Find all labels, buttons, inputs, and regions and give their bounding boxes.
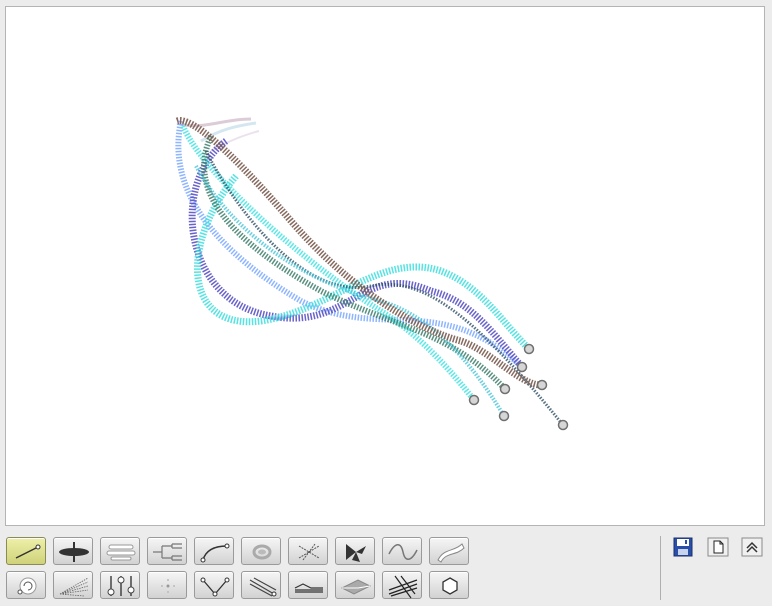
ring-tool[interactable] bbox=[241, 537, 281, 565]
hatch-tool[interactable] bbox=[382, 571, 422, 599]
bars-tool[interactable] bbox=[100, 537, 140, 565]
spiral-icon bbox=[17, 577, 37, 595]
hexagon-tool[interactable] bbox=[429, 571, 469, 599]
sliders-tool[interactable] bbox=[100, 571, 140, 599]
save-icon bbox=[673, 537, 693, 557]
curve-handle[interactable] bbox=[499, 383, 511, 395]
v-shape-tool[interactable] bbox=[194, 571, 234, 599]
v-shape-icon bbox=[200, 577, 230, 597]
curve-handle[interactable] bbox=[468, 394, 480, 406]
save-button[interactable] bbox=[672, 537, 694, 557]
cross-lines-tool[interactable] bbox=[288, 537, 328, 565]
layers-icon bbox=[294, 583, 323, 593]
ribbon-tool[interactable] bbox=[429, 537, 469, 565]
rays-tool[interactable] bbox=[53, 571, 93, 599]
curve-handle[interactable] bbox=[536, 379, 548, 391]
ring-icon bbox=[252, 544, 272, 560]
arc-icon bbox=[200, 543, 230, 563]
drawing-canvas[interactable] bbox=[5, 6, 765, 526]
curve-handle[interactable] bbox=[516, 361, 528, 373]
points-tool[interactable] bbox=[147, 571, 187, 599]
sweep-icon bbox=[249, 577, 277, 597]
curve-handle[interactable] bbox=[523, 343, 535, 355]
hatch-icon bbox=[388, 575, 418, 599]
bars-icon bbox=[106, 544, 136, 561]
points-icon bbox=[161, 579, 175, 593]
curve[interactable] bbox=[204, 150, 565, 426]
sweep-tool[interactable] bbox=[241, 571, 281, 599]
spiral-tool[interactable] bbox=[6, 571, 46, 599]
tree-tool[interactable] bbox=[147, 537, 187, 565]
curve[interactable] bbox=[188, 138, 525, 370]
new-page-icon bbox=[707, 537, 729, 557]
ribbon-icon bbox=[437, 543, 465, 563]
new-page-button[interactable] bbox=[707, 537, 729, 557]
arc-tool[interactable] bbox=[194, 537, 234, 565]
cross-lines-icon bbox=[298, 543, 320, 561]
line-icon bbox=[15, 544, 41, 559]
layers-tool[interactable] bbox=[288, 571, 328, 599]
toolbar-separator bbox=[660, 536, 661, 600]
fan-tool[interactable] bbox=[335, 537, 375, 565]
wave-icon bbox=[388, 544, 418, 560]
ellipse-tool[interactable] bbox=[53, 537, 93, 565]
sliders-icon bbox=[107, 576, 135, 596]
line-tool[interactable] bbox=[6, 537, 46, 565]
tree-icon bbox=[153, 543, 182, 561]
fold-icon bbox=[340, 579, 372, 595]
rays-icon bbox=[59, 577, 89, 597]
wave-tool[interactable] bbox=[382, 537, 422, 565]
collapse-button[interactable] bbox=[741, 537, 763, 557]
curve-handle[interactable] bbox=[498, 410, 510, 422]
curve[interactable] bbox=[201, 134, 508, 392]
fan-icon bbox=[346, 544, 366, 562]
ellipse-icon bbox=[59, 542, 89, 562]
collapse-up-icon bbox=[741, 537, 763, 557]
curves-layer bbox=[175, 117, 569, 431]
fold-tool[interactable] bbox=[335, 571, 375, 599]
curve-handle[interactable] bbox=[557, 419, 569, 431]
hexagon-icon bbox=[442, 577, 458, 595]
